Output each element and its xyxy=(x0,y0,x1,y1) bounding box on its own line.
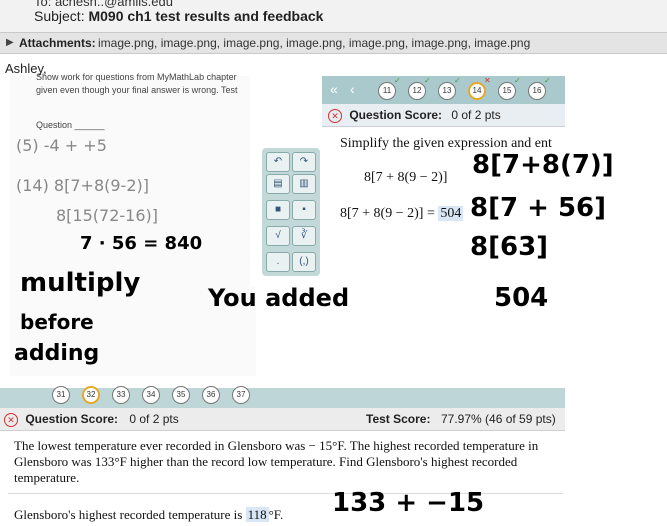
answer-line: 8[7 + 8(9 − 2)] = 504 xyxy=(340,206,464,222)
question-score-value: 0 of 2 pts xyxy=(451,108,501,122)
close-circle-icon[interactable]: ✕ xyxy=(4,412,18,427)
answer-line: Glensboro's highest recorded temperature… xyxy=(14,507,283,523)
question-number[interactable]: 34 xyxy=(142,386,160,404)
question-nav: « ‹ 11 ✓ 12 ✓ 13 ✓ 14 ✕ 15 ✓ 16 ✓ xyxy=(322,76,565,104)
handwritten-work: (5) -4 + +5 xyxy=(16,136,107,155)
nth-root-icon[interactable]: ∛ xyxy=(292,226,316,246)
attachments-label: Attachments: xyxy=(19,36,96,50)
ink-note: multiply xyxy=(20,268,141,298)
interval-icon[interactable]: (,) xyxy=(292,252,316,272)
correct-check-icon: ✓ xyxy=(424,76,431,85)
correct-check-icon: ✓ xyxy=(394,76,401,85)
redo-icon[interactable]: ↷ xyxy=(292,152,316,172)
ink-note: 133 + −15 xyxy=(332,488,485,518)
prev-question-icon[interactable]: ‹ xyxy=(350,81,355,97)
answer-lhs: 8[7 + 8(9 − 2)] = xyxy=(340,206,435,221)
mixed-number-icon[interactable]: ▥ xyxy=(292,174,316,194)
ink-note: before xyxy=(20,310,94,334)
question-number[interactable]: 36 xyxy=(202,386,220,404)
question-text: The lowest temperature ever recorded in … xyxy=(14,438,539,485)
question-number[interactable]: 35 xyxy=(172,386,190,404)
question-nav-strip: 31 32 33 34 35 36 37 xyxy=(0,386,565,408)
question-score-value: 0 of 2 pts xyxy=(129,412,179,426)
math-toolbar: ↶ ↷ ▤ ▥ ■ ▪ √ ∛ . (,) xyxy=(262,148,320,276)
subject-label: Subject: xyxy=(34,8,85,24)
question-score-label: Question Score: xyxy=(349,108,443,122)
attachments-list[interactable]: image.png, image.png, image.png, image.p… xyxy=(98,33,530,53)
correct-check-icon: ✓ xyxy=(514,76,521,85)
ink-step: 8[7+8(7)] xyxy=(472,150,614,180)
handwritten-work: 7 · 56 = 840 xyxy=(80,233,203,254)
first-question-icon[interactable]: « xyxy=(330,81,338,97)
decimal-icon[interactable]: . xyxy=(266,252,290,272)
worksheet-line: Show work for questions from MyMathLab c… xyxy=(36,72,237,82)
answer-prefix: Glensboro's highest recorded temperature… xyxy=(14,507,243,522)
undo-icon[interactable]: ↶ xyxy=(266,152,290,172)
problem-expression: 8[7 + 8(9 − 2)] xyxy=(364,170,448,185)
exponent-icon[interactable]: ■ xyxy=(266,200,290,220)
sqrt-icon[interactable]: √ xyxy=(266,226,290,246)
question-number[interactable]: 37 xyxy=(232,386,250,404)
handwritten-work: (14) 8[7+8(9-2)] xyxy=(16,176,149,195)
worksheet-line: given even though your final answer is w… xyxy=(36,85,238,95)
ink-step: 504 xyxy=(494,283,549,313)
attachments-bar[interactable]: ▶ Attachments: image.png, image.png, ima… xyxy=(0,32,667,54)
ink-note: adding xyxy=(14,341,100,366)
ink-note: You added xyxy=(208,284,350,312)
question-score-bar: ✕ Question Score: 0 of 2 pts xyxy=(322,104,565,127)
fraction-icon[interactable]: ▤ xyxy=(266,174,290,194)
ink-step: 8[63] xyxy=(470,232,549,262)
subject-line: Subject: M090 ch1 test results and feedb… xyxy=(34,8,323,24)
question-number[interactable]: 33 xyxy=(112,386,130,404)
incorrect-x-icon: ✕ xyxy=(484,76,491,85)
question-number-current[interactable]: 32 xyxy=(82,386,100,404)
email-header: To: achesh..@amiis.edu Subject: M090 ch1… xyxy=(0,0,667,32)
question-number[interactable]: 31 xyxy=(52,386,70,404)
question-label: Question ______ xyxy=(36,120,105,130)
answer-box[interactable]: 118 xyxy=(245,507,269,522)
subject-text: M090 ch1 test results and feedback xyxy=(88,8,324,24)
test-score-value: 77.97% (46 of 59 pts) xyxy=(441,412,556,426)
question-score-label: Question Score: xyxy=(25,412,119,426)
correct-check-icon: ✓ xyxy=(454,76,461,85)
subscript-icon[interactable]: ▪ xyxy=(292,200,316,220)
question-score-bar: ✕ Question Score: 0 of 2 pts Test Score:… xyxy=(0,408,565,431)
ink-step: 8[7 + 56] xyxy=(470,193,607,223)
handwritten-work: 8[15(72-16)] xyxy=(56,206,158,225)
answer-box[interactable]: 504 xyxy=(438,206,464,221)
correct-check-icon: ✓ xyxy=(544,76,551,85)
close-circle-icon[interactable]: ✕ xyxy=(328,108,342,123)
answer-suffix: °F. xyxy=(268,507,284,522)
disclosure-triangle-icon[interactable]: ▶ xyxy=(6,33,14,53)
test-score-label: Test Score: xyxy=(366,412,431,426)
